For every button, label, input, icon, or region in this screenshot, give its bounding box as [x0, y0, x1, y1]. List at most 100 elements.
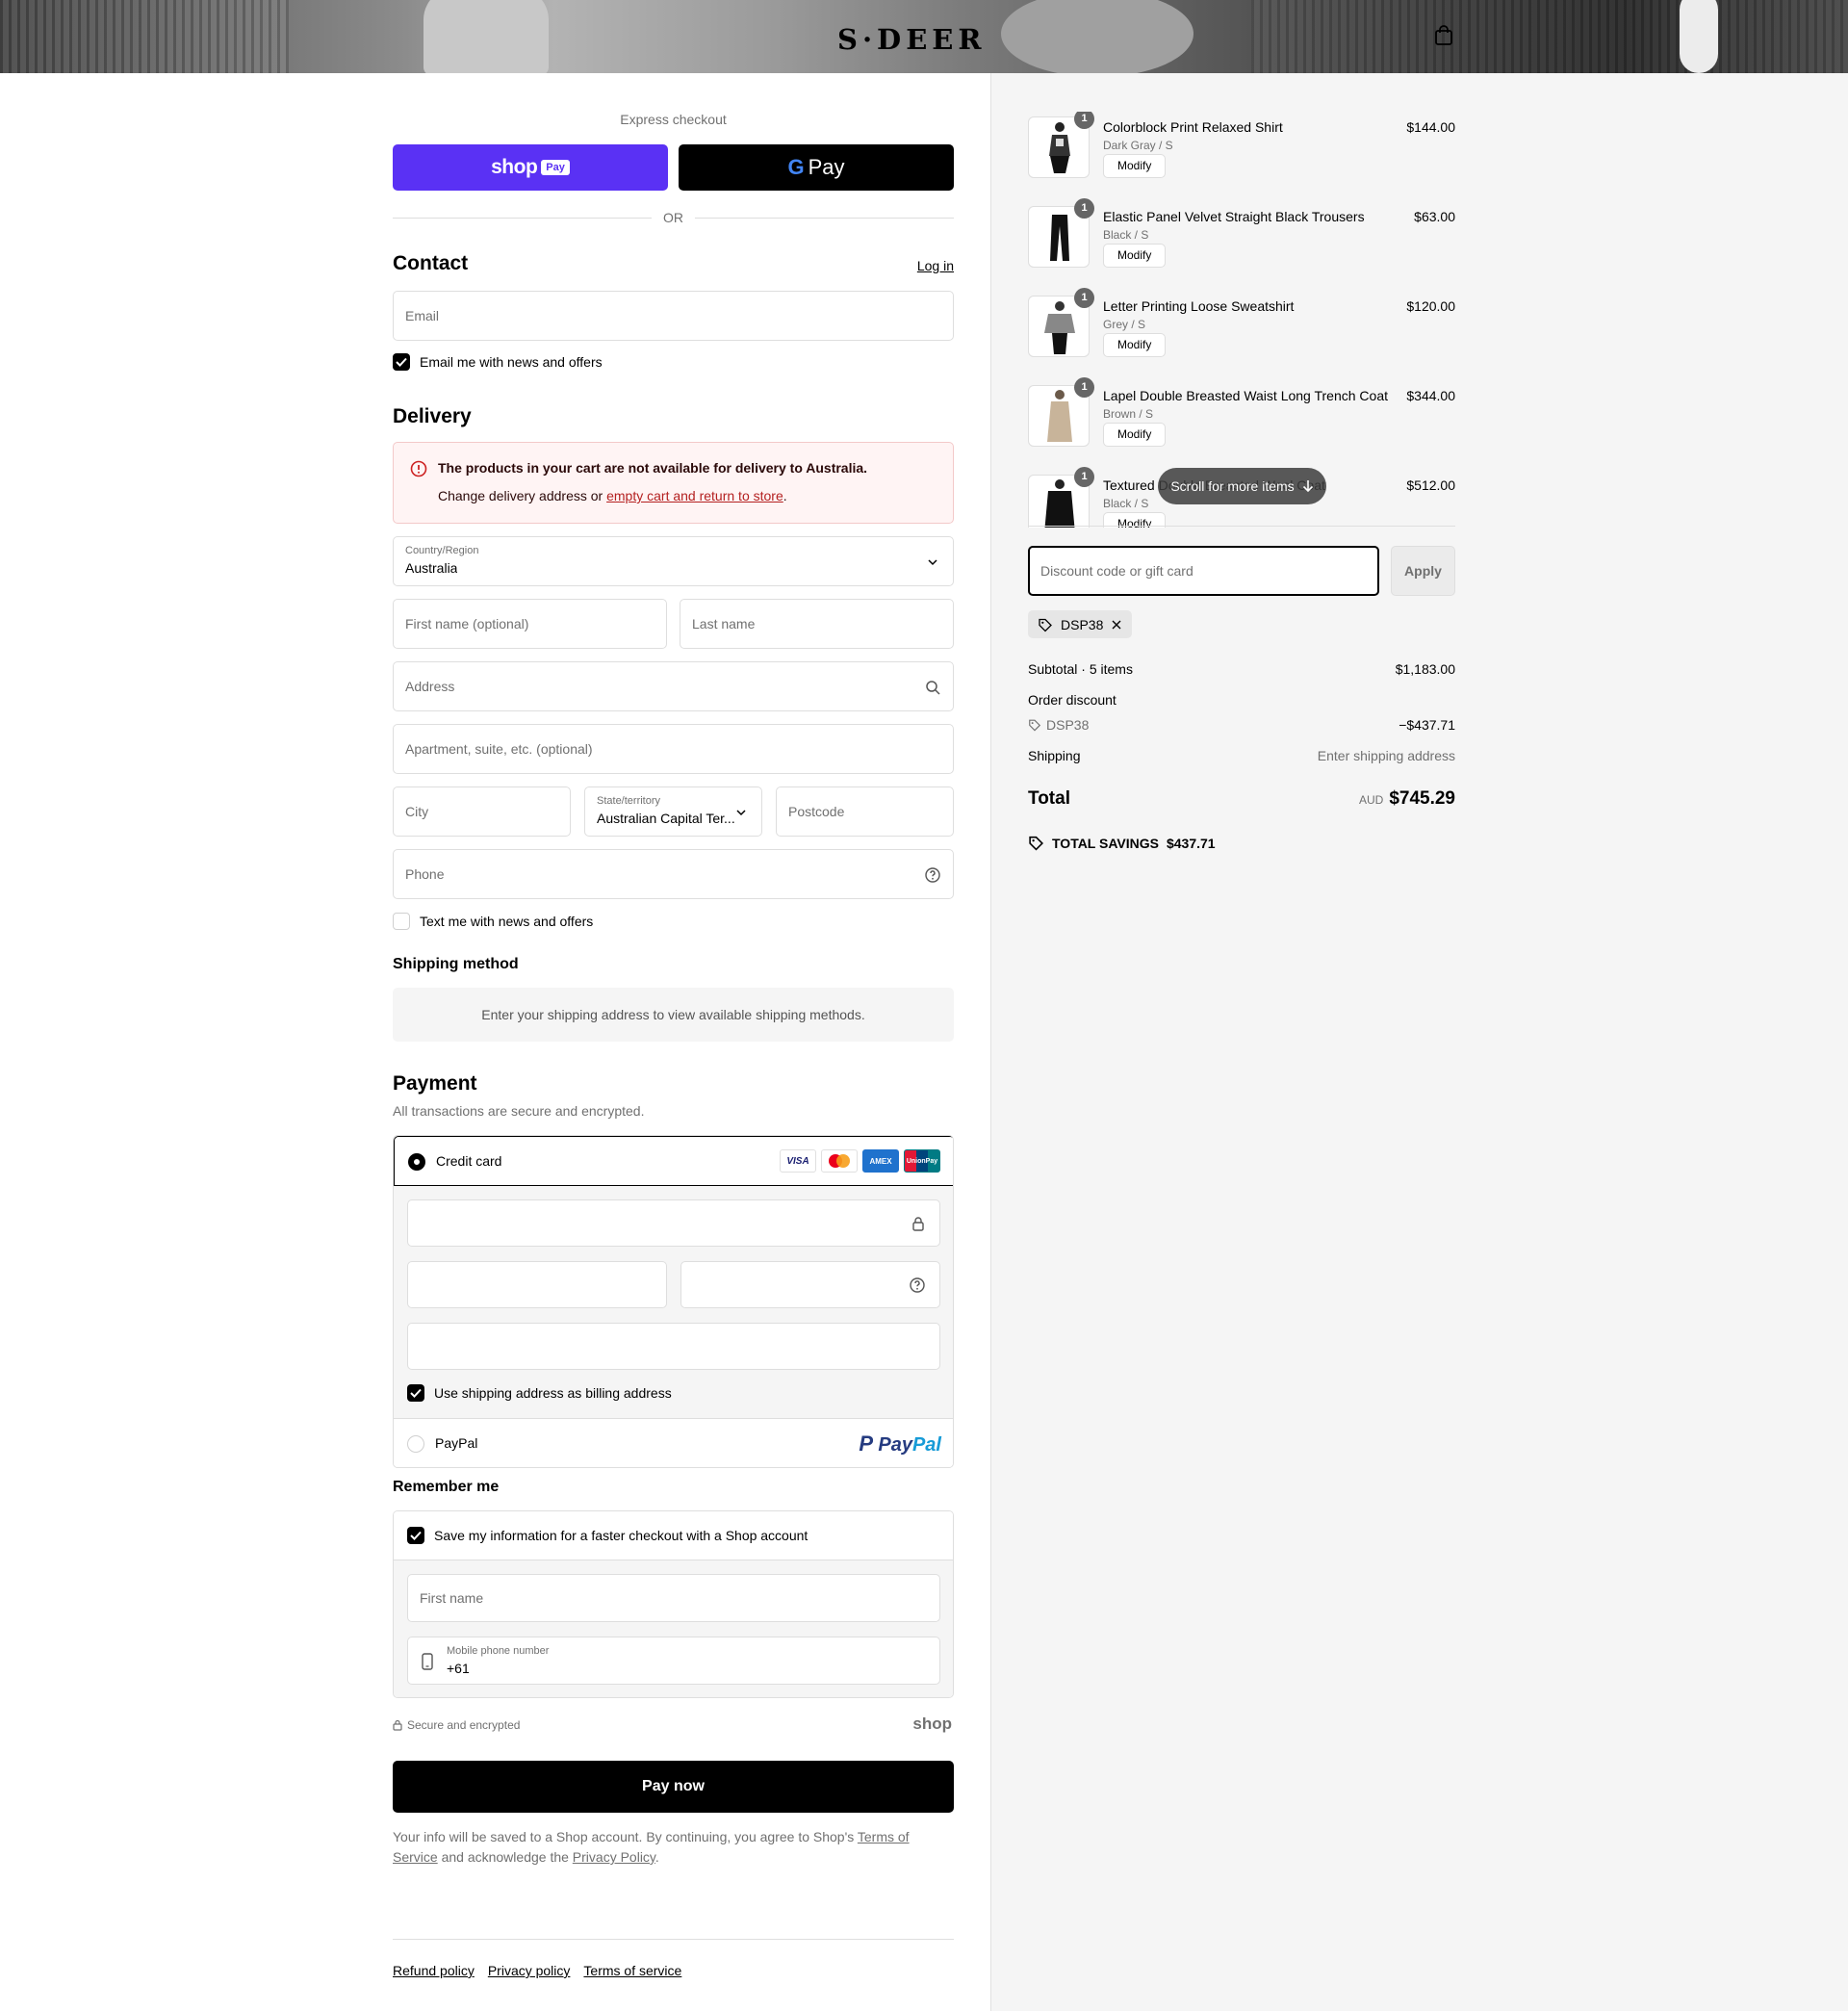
discount-code-info: DSP38 — [1028, 717, 1089, 733]
total-currency: AUD — [1358, 793, 1384, 807]
unionpay-icon: UnionPay — [904, 1149, 940, 1173]
shop-privacy-link[interactable]: Privacy Policy — [573, 1849, 655, 1865]
brand-logo[interactable]: S·DEER — [837, 23, 987, 56]
paypal-radio[interactable] — [407, 1435, 424, 1453]
address-field[interactable]: Address — [393, 661, 954, 711]
modify-button[interactable]: Modify — [1103, 154, 1167, 178]
close-icon[interactable] — [1111, 619, 1122, 631]
save-info-label: Save my information for a faster checkou… — [434, 1528, 808, 1543]
apartment-placeholder: Apartment, suite, etc. (optional) — [405, 741, 593, 757]
login-link[interactable]: Log in — [917, 258, 954, 273]
cart-item: 1 Elastic Panel Velvet Straight Black Tr… — [1028, 198, 1455, 296]
banner-figure — [424, 0, 549, 73]
google-pay-label: Pay — [808, 155, 845, 179]
item-variant: Grey / S — [1103, 318, 1146, 331]
mobile-phone-icon — [422, 1653, 433, 1670]
privacy-policy-link[interactable]: Privacy policy — [488, 1963, 571, 1978]
visa-icon: VISA — [780, 1149, 816, 1173]
total-savings: TOTAL SAVINGS $437.71 — [1028, 835, 1216, 851]
modify-button[interactable]: Modify — [1103, 423, 1167, 447]
banner-texture — [1251, 0, 1848, 73]
city-placeholder: City — [405, 804, 429, 819]
address-placeholder: Address — [405, 679, 455, 694]
shopping-bag-icon[interactable] — [1433, 25, 1454, 46]
pay-now-button[interactable]: Pay now — [393, 1761, 954, 1813]
billing-same-row[interactable]: Use shipping address as billing address — [407, 1384, 672, 1402]
quantity-badge: 1 — [1074, 377, 1094, 398]
amex-icon: AMEX — [862, 1149, 899, 1173]
newsletter-checkbox-row[interactable]: Email me with news and offers — [393, 353, 603, 371]
shop-pay-button[interactable]: shop Pay — [393, 144, 668, 191]
paypal-option[interactable]: PayPal P PayPal — [394, 1418, 953, 1467]
tag-icon — [1029, 836, 1044, 851]
item-price: $512.00 — [1406, 477, 1455, 493]
credit-card-radio[interactable] — [408, 1153, 425, 1171]
scroll-more-button[interactable]: Scroll for more items — [1158, 468, 1326, 504]
billing-same-checkbox[interactable] — [407, 1384, 424, 1402]
banner-figure — [1680, 0, 1718, 73]
city-field[interactable]: City — [393, 786, 571, 837]
email-field[interactable]: Email — [393, 291, 954, 341]
help-circle-icon[interactable] — [924, 866, 941, 884]
item-name: Colorblock Print Relaxed Shirt — [1103, 119, 1283, 135]
card-expiry-field[interactable] — [407, 1261, 667, 1308]
order-discount-row: Order discount — [1028, 692, 1455, 708]
save-info-row[interactable]: Save my information for a faster checkou… — [394, 1511, 953, 1560]
chevron-down-icon — [928, 559, 937, 566]
first-name-field[interactable]: First name (optional) — [393, 599, 667, 649]
savings-label: TOTAL SAVINGS — [1052, 835, 1159, 851]
subtotal-value: $1,183.00 — [1395, 661, 1455, 677]
shipping-label: Shipping — [1028, 748, 1081, 763]
item-name: Elastic Panel Velvet Straight Black Trou… — [1103, 209, 1365, 224]
google-pay-button[interactable]: G Pay — [679, 144, 954, 191]
tag-icon — [1029, 719, 1041, 732]
help-circle-icon[interactable] — [909, 1276, 926, 1294]
terms-of-service-link[interactable]: Terms of service — [583, 1963, 681, 1978]
sms-checkbox-row[interactable]: Text me with news and offers — [393, 913, 593, 930]
total-label: Total — [1028, 788, 1070, 809]
apartment-field[interactable]: Apartment, suite, etc. (optional) — [393, 724, 954, 774]
apply-discount-button[interactable]: Apply — [1391, 546, 1455, 596]
country-value: Australia — [405, 560, 458, 576]
mobile-phone-field[interactable]: Mobile phone number +61 — [407, 1637, 940, 1685]
credit-card-option[interactable]: Credit card VISA AMEX UnionPay — [394, 1136, 953, 1186]
check-icon — [410, 1388, 422, 1398]
discount-value: −$437.71 — [1399, 717, 1455, 733]
card-name-field[interactable] — [407, 1323, 940, 1370]
postcode-field[interactable]: Postcode — [776, 786, 954, 837]
shipping-method-heading: Shipping method — [393, 956, 519, 972]
secure-note: Secure and encrypted — [393, 1718, 520, 1732]
refund-policy-link[interactable]: Refund policy — [393, 1963, 475, 1978]
tag-icon — [1039, 618, 1052, 632]
sms-checkbox[interactable] — [393, 913, 410, 930]
payment-methods: Credit card VISA AMEX UnionPay Use shipp… — [393, 1135, 954, 1468]
save-info-checkbox-row[interactable]: Save my information for a faster checkou… — [407, 1527, 808, 1544]
lock-icon — [393, 1719, 402, 1731]
newsletter-checkbox[interactable] — [393, 353, 410, 371]
phone-field[interactable]: Phone — [393, 849, 954, 899]
search-icon — [926, 681, 940, 695]
email-placeholder: Email — [405, 308, 440, 323]
secure-label: Secure and encrypted — [407, 1718, 521, 1732]
modify-button[interactable]: Modify — [1103, 244, 1167, 268]
last-name-field[interactable]: Last name — [680, 599, 954, 649]
payment-subtitle: All transactions are secure and encrypte… — [393, 1103, 645, 1119]
country-select[interactable]: Country/Region Australia — [393, 536, 954, 586]
check-icon — [410, 1531, 422, 1540]
remember-first-name-field[interactable]: First name — [407, 1574, 940, 1622]
scroll-more-label: Scroll for more items — [1170, 478, 1295, 494]
item-variant: Black / S — [1103, 228, 1149, 242]
empty-cart-link[interactable]: empty cart and return to store — [606, 488, 783, 503]
paypal-logo-pal: Pal — [911, 1434, 941, 1456]
save-info-checkbox[interactable] — [407, 1527, 424, 1544]
shop-logo: shop — [912, 1715, 952, 1733]
cart-items-scroll[interactable]: 1 Colorblock Print Relaxed Shirt Dark Gr… — [1028, 112, 1455, 528]
card-number-field[interactable] — [407, 1199, 940, 1247]
discount-code-input[interactable]: Discount code or gift card — [1028, 546, 1379, 596]
modify-button[interactable]: Modify — [1103, 333, 1167, 357]
country-label: Country/Region — [405, 545, 479, 556]
newsletter-label: Email me with news and offers — [420, 354, 603, 370]
card-cvv-field[interactable] — [680, 1261, 940, 1308]
chevron-down-icon — [736, 810, 746, 816]
state-select[interactable]: State/territory Australian Capital Ter..… — [584, 786, 762, 837]
